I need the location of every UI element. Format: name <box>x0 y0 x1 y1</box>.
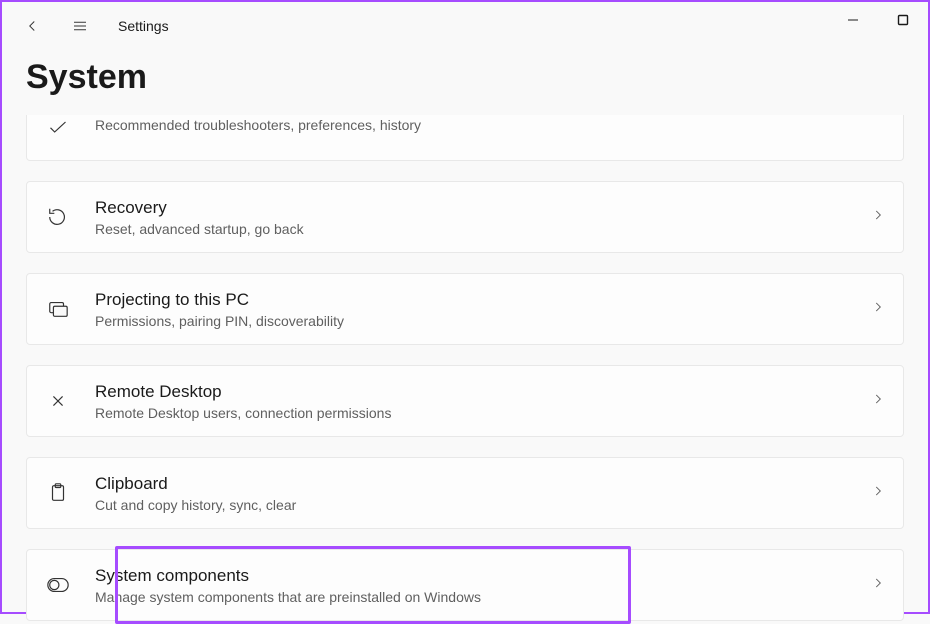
page-title: System <box>2 50 928 115</box>
setting-title: Remote Desktop <box>95 381 871 403</box>
titlebar: Settings <box>2 2 928 50</box>
chevron-right-icon <box>871 576 885 595</box>
chevron-right-icon <box>871 208 885 227</box>
projecting-icon <box>41 295 75 323</box>
setting-clipboard[interactable]: Clipboard Cut and copy history, sync, cl… <box>26 457 904 529</box>
chevron-right-icon <box>871 484 885 503</box>
chevron-right-icon <box>871 392 885 411</box>
setting-title: Projecting to this PC <box>95 289 871 311</box>
app-label: Settings <box>118 18 169 34</box>
troubleshoot-icon <box>41 113 75 141</box>
clipboard-icon <box>41 479 75 507</box>
setting-projecting[interactable]: Projecting to this PC Permissions, pairi… <box>26 273 904 345</box>
setting-remote-desktop[interactable]: Remote Desktop Remote Desktop users, con… <box>26 365 904 437</box>
setting-subtitle: Recommended troubleshooters, preferences… <box>95 117 885 133</box>
nav-menu-button[interactable] <box>60 6 100 46</box>
setting-title: System components <box>95 565 871 587</box>
settings-list: Recommended troubleshooters, preferences… <box>2 115 928 621</box>
remote-desktop-icon <box>41 387 75 415</box>
setting-subtitle: Reset, advanced startup, go back <box>95 221 871 237</box>
setting-subtitle: Permissions, pairing PIN, discoverabilit… <box>95 313 871 329</box>
setting-title: Clipboard <box>95 473 871 495</box>
back-button[interactable] <box>12 6 52 46</box>
setting-recovery[interactable]: Recovery Reset, advanced startup, go bac… <box>26 181 904 253</box>
recovery-icon <box>41 203 75 231</box>
setting-subtitle: Cut and copy history, sync, clear <box>95 497 871 513</box>
setting-system-components[interactable]: System components Manage system componen… <box>26 549 904 621</box>
minimize-button[interactable] <box>828 2 878 38</box>
setting-subtitle: Remote Desktop users, connection permiss… <box>95 405 871 421</box>
setting-subtitle: Manage system components that are preins… <box>95 589 871 605</box>
chevron-right-icon <box>871 300 885 319</box>
maximize-button[interactable] <box>878 2 928 38</box>
setting-title: Recovery <box>95 197 871 219</box>
setting-troubleshoot[interactable]: Recommended troubleshooters, preferences… <box>26 115 904 161</box>
system-components-icon <box>41 571 75 599</box>
